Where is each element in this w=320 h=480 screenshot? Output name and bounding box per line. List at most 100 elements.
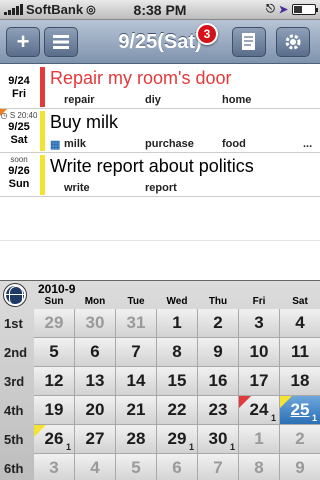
calendar-day[interactable]: 31: [116, 309, 157, 338]
calendar-day[interactable]: 1: [157, 309, 198, 338]
calendar-day[interactable]: 30 1: [198, 425, 239, 454]
day-number: 10: [249, 342, 269, 361]
add-button[interactable]: +: [6, 27, 40, 57]
day-number: 29: [44, 313, 64, 332]
calendar-day[interactable]: 19: [34, 396, 75, 425]
calendar-day[interactable]: 26 1: [34, 425, 75, 454]
day-number: 3: [254, 313, 264, 332]
calendar-day[interactable]: 2: [198, 309, 239, 338]
calendar-day-selected[interactable]: 25 1: [280, 396, 320, 425]
calendar-day[interactable]: 12: [34, 367, 75, 396]
alarm-time: ◷ S 20:40: [0, 111, 38, 120]
tag: ...: [303, 138, 313, 150]
list-item[interactable]: 9/24 Fri Repair my room's door repair di…: [0, 65, 320, 109]
calendar-day[interactable]: 22: [157, 396, 198, 425]
day-number: 17: [249, 371, 269, 390]
day-number: 30: [85, 313, 105, 332]
task-title: Buy milk: [50, 112, 119, 132]
tag: home: [222, 94, 252, 106]
toolbar: + 9/25(Sat): [0, 20, 320, 64]
day-number: 5: [131, 458, 141, 477]
task-date-day: 9/25: [8, 121, 30, 133]
calendar-day[interactable]: 27: [75, 425, 116, 454]
calendar-day[interactable]: 6: [75, 338, 116, 367]
task-count: 1: [65, 442, 71, 452]
week-labels: 1st 2nd 3rd 4th 5th 6th: [0, 309, 34, 480]
calendar-header: 2010-9 Sun Mon Tue Wed Thu Fri Sat: [0, 281, 320, 309]
weekday-label: Mon: [84, 296, 106, 307]
day-number: 21: [126, 400, 146, 419]
day-number: 7: [213, 458, 223, 477]
calendar-day[interactable]: 29: [34, 309, 75, 338]
calendar-day[interactable]: 5: [34, 338, 75, 367]
calendar-day[interactable]: 10: [239, 338, 280, 367]
day-number: 8: [172, 342, 182, 361]
task-count: 1: [311, 413, 317, 423]
settings-button[interactable]: [276, 27, 310, 57]
calendar-day[interactable]: 16: [198, 367, 239, 396]
globe-icon[interactable]: [4, 284, 26, 306]
calendar-day[interactable]: 23: [198, 396, 239, 425]
list-button[interactable]: [44, 27, 78, 57]
tag: report: [145, 182, 177, 194]
plus-icon: +: [16, 29, 30, 54]
calendar-day[interactable]: 5: [116, 454, 157, 480]
calendar-day[interactable]: 14: [116, 367, 157, 396]
calendar-day[interactable]: 21: [116, 396, 157, 425]
day-number: 9: [213, 342, 223, 361]
calendar-day[interactable]: 3: [34, 454, 75, 480]
priority-bar: [40, 111, 45, 151]
calendar-day[interactable]: 8: [157, 338, 198, 367]
calendar-day[interactable]: 6: [157, 454, 198, 480]
calendar-day[interactable]: 13: [75, 367, 116, 396]
calendar-day[interactable]: 15: [157, 367, 198, 396]
calendar-day[interactable]: 2: [280, 425, 320, 454]
calendar-day[interactable]: 20: [75, 396, 116, 425]
day-number: 28: [126, 429, 146, 448]
rotation-lock-icon: ⎋: [266, 3, 275, 15]
calendar-day[interactable]: 9: [198, 338, 239, 367]
calendar-day[interactable]: 11: [280, 338, 320, 367]
tag: purchase: [145, 138, 194, 150]
status-bar: SoftBank ◎ 8:38 PM ⎋ ➤: [0, 0, 320, 20]
calendar-day[interactable]: 17: [239, 367, 280, 396]
weekday-label: Tue: [127, 296, 145, 307]
calendar-day[interactable]: 28: [116, 425, 157, 454]
carrier-label: SoftBank: [26, 2, 84, 17]
calendar-day[interactable]: 7: [198, 454, 239, 480]
empty-row: [0, 241, 320, 285]
calendar-day[interactable]: 29 1: [157, 425, 198, 454]
week-label: 6th: [4, 461, 24, 476]
tag: food: [222, 138, 246, 150]
task-count: 1: [188, 442, 194, 452]
calendar-day[interactable]: 4: [280, 309, 320, 338]
tag: milk: [64, 138, 87, 150]
task-count: 1: [270, 413, 276, 423]
day-number: 7: [131, 342, 141, 361]
calendar-day[interactable]: 30: [75, 309, 116, 338]
calendar-day[interactable]: 1: [239, 425, 280, 454]
calendar-day[interactable]: 9: [280, 454, 320, 480]
battery-icon: [292, 4, 318, 15]
note-button[interactable]: [232, 27, 266, 57]
calendar-day[interactable]: 3: [239, 309, 280, 338]
due-label: soon: [10, 155, 28, 164]
calendar-day[interactable]: 8: [239, 454, 280, 480]
weekday-label: Thu: [208, 296, 228, 307]
wifi-icon: ◎: [86, 4, 96, 16]
calendar-day[interactable]: 7: [116, 338, 157, 367]
list-item[interactable]: soon 9/26 Sun Write report about politic…: [0, 153, 320, 197]
clock: 8:38 PM: [133, 1, 187, 18]
weekday-label: Sat: [292, 296, 308, 307]
day-number: 31: [126, 313, 146, 332]
week-label: 1st: [4, 316, 23, 331]
list-item[interactable]: ◷ S 20:40 9/25 Sat Buy milk ▦ milk purch…: [0, 109, 320, 153]
calendar-day[interactable]: 24 1: [239, 396, 280, 425]
calendar-day[interactable]: 4: [75, 454, 116, 480]
calendar: 2010-9 Sun Mon Tue Wed Thu Fri Sat 1st 2…: [0, 280, 320, 480]
weekday-label: Wed: [166, 296, 188, 307]
calendar-day[interactable]: 18: [280, 367, 320, 396]
day-number: 11: [291, 342, 309, 361]
task-list: 9/24 Fri Repair my room's door repair di…: [0, 65, 320, 280]
week-label: 4th: [4, 403, 24, 418]
